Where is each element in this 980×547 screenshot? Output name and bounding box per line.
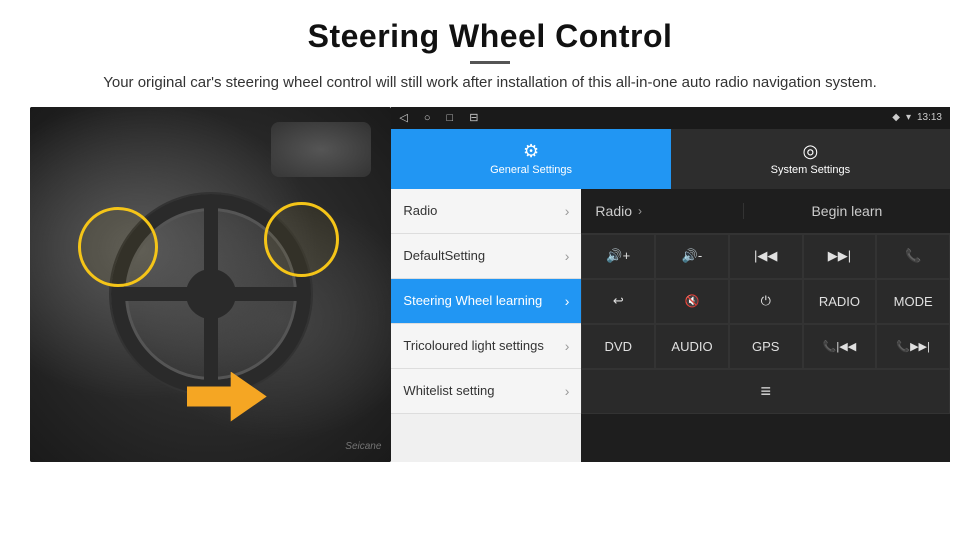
mode-button[interactable]: MODE — [876, 279, 950, 324]
tab-general-label: General Settings — [490, 164, 572, 176]
dashboard-bg — [271, 122, 371, 177]
tabs-row: ⚙ General Settings ◎ System Settings — [391, 129, 950, 189]
menu-arrow-whitelist: › — [565, 383, 570, 399]
gps-label: GPS — [752, 339, 779, 354]
radio-begin-row: Radio › Begin learn — [581, 189, 950, 234]
radio-mode-label: RADIO — [819, 294, 860, 309]
android-screen: ◁ ○ □ ⊟ ◆ ▾ 13:13 ⚙ General Settings — [391, 107, 950, 462]
subtitle-text: Your original car's steering wheel contr… — [80, 72, 900, 95]
mute-button[interactable]: 🔇 — [655, 279, 729, 324]
return-icon: ↩ — [613, 293, 624, 309]
general-settings-icon: ⚙ — [523, 141, 539, 162]
volume-up-icon: 🔊+ — [606, 248, 630, 264]
page-title: Steering Wheel Control — [30, 18, 950, 55]
prev-track-button[interactable]: |◀◀ — [729, 234, 803, 279]
control-row-3: ↩ 🔇 ⏻ RADIO MODE — [581, 279, 950, 324]
recents-icon[interactable]: □ — [447, 112, 454, 124]
menu-item-default-label: DefaultSetting — [403, 248, 564, 263]
menu-arrow-radio: › — [565, 203, 570, 219]
highlight-circle-right — [264, 202, 339, 277]
tab-system-settings[interactable]: ◎ System Settings — [671, 129, 950, 189]
return-button[interactable]: ↩ — [581, 279, 655, 324]
phone-next-button[interactable]: 📞▶▶| — [876, 324, 950, 369]
back-icon[interactable]: ◁ — [399, 111, 407, 124]
menu-item-whitelist-label: Whitelist setting — [403, 383, 564, 398]
radio-arrow: › — [638, 204, 642, 218]
right-controls: Radio › Begin learn 🔊+ 🔊- — [581, 189, 950, 462]
menu-icon-button[interactable]: ≡ — [581, 369, 950, 414]
clock: 13:13 — [917, 112, 942, 123]
watermark: Seicane — [345, 441, 381, 452]
menu-item-default-setting[interactable]: DefaultSetting › — [391, 234, 581, 279]
radio-label-cell: Radio › — [581, 203, 743, 219]
content-area: Seicane ◁ ○ □ ⊟ ◆ ▾ 13:13 — [30, 107, 950, 467]
tab-system-label: System Settings — [771, 164, 850, 176]
title-section: Steering Wheel Control Your original car… — [30, 18, 950, 95]
highlight-circle-left — [78, 207, 158, 287]
arrow-area — [187, 372, 267, 422]
steering-wheel-hub — [186, 269, 236, 319]
power-icon: ⏻ — [761, 293, 771, 309]
menu-item-tricoloured[interactable]: Tricoloured light settings › — [391, 324, 581, 369]
title-divider — [470, 61, 510, 64]
audio-label: AUDIO — [671, 339, 712, 354]
power-button[interactable]: ⏻ — [729, 279, 803, 324]
left-menu: Radio › DefaultSetting › Steering Wheel … — [391, 189, 581, 462]
next-track-icon: ▶▶| — [828, 248, 851, 264]
mute-icon: 🔇 — [685, 294, 700, 308]
arrow-icon — [187, 372, 267, 422]
begin-learn-cell: Begin learn — [744, 203, 950, 219]
screenshot-icon[interactable]: ⊟ — [469, 111, 478, 124]
gps-icon: ◆ — [892, 112, 900, 123]
menu-icon: ≡ — [760, 381, 771, 402]
next-track-button[interactable]: ▶▶| — [803, 234, 877, 279]
home-icon[interactable]: ○ — [424, 112, 431, 124]
menu-item-radio-label: Radio — [403, 203, 564, 218]
status-bar: ◁ ○ □ ⊟ ◆ ▾ 13:13 — [391, 107, 950, 129]
menu-item-whitelist[interactable]: Whitelist setting › — [391, 369, 581, 414]
menu-item-tricoloured-label: Tricoloured light settings — [403, 338, 564, 353]
phone-icon: 📞 — [905, 248, 921, 264]
nav-icons: ◁ ○ □ ⊟ — [399, 111, 478, 124]
car-image: Seicane — [30, 107, 391, 462]
phone-prev-icon: 📞|◀◀ — [823, 340, 856, 353]
dvd-label: DVD — [605, 339, 632, 354]
phone-prev-button[interactable]: 📞|◀◀ — [803, 324, 877, 369]
mode-label: MODE — [894, 294, 933, 309]
phone-next-icon: 📞▶▶| — [896, 340, 929, 353]
radio-mode-button[interactable]: RADIO — [803, 279, 877, 324]
menu-arrow-steering: › — [565, 293, 570, 309]
gps-button[interactable]: GPS — [729, 324, 803, 369]
tab-general-settings[interactable]: ⚙ General Settings — [391, 129, 670, 189]
control-row-4: DVD AUDIO GPS 📞|◀◀ 📞▶▶| — [581, 324, 950, 369]
volume-down-icon: 🔊- — [682, 248, 703, 264]
control-row-5: ≡ — [581, 369, 950, 414]
phone-button[interactable]: 📞 — [876, 234, 950, 279]
status-icons: ◆ ▾ 13:13 — [892, 112, 942, 123]
begin-learn-button[interactable]: Begin learn — [811, 203, 882, 219]
dvd-button[interactable]: DVD — [581, 324, 655, 369]
volume-up-button[interactable]: 🔊+ — [581, 234, 655, 279]
wifi-icon: ▾ — [906, 112, 911, 123]
menu-item-steering-label: Steering Wheel learning — [403, 293, 564, 308]
menu-item-steering-wheel[interactable]: Steering Wheel learning › — [391, 279, 581, 324]
system-settings-icon: ◎ — [803, 141, 819, 162]
radio-label: Radio — [595, 203, 632, 219]
audio-button[interactable]: AUDIO — [655, 324, 729, 369]
menu-controls-area: Radio › DefaultSetting › Steering Wheel … — [391, 189, 950, 462]
control-row-2: 🔊+ 🔊- |◀◀ ▶▶| 📞 — [581, 234, 950, 279]
volume-down-button[interactable]: 🔊- — [655, 234, 729, 279]
menu-arrow-tricoloured: › — [565, 338, 570, 354]
prev-track-icon: |◀◀ — [754, 248, 777, 264]
menu-arrow-default: › — [565, 248, 570, 264]
menu-item-radio[interactable]: Radio › — [391, 189, 581, 234]
